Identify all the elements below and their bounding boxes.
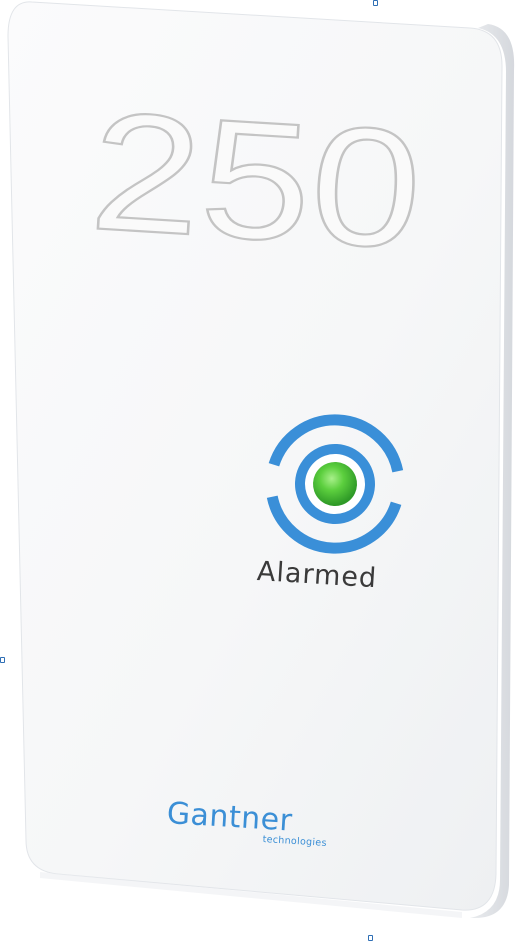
access-card: 250 Alarmed Gantner technologies: [0, 0, 519, 942]
product-image: 250 Alarmed Gantner technologies: [0, 0, 519, 942]
